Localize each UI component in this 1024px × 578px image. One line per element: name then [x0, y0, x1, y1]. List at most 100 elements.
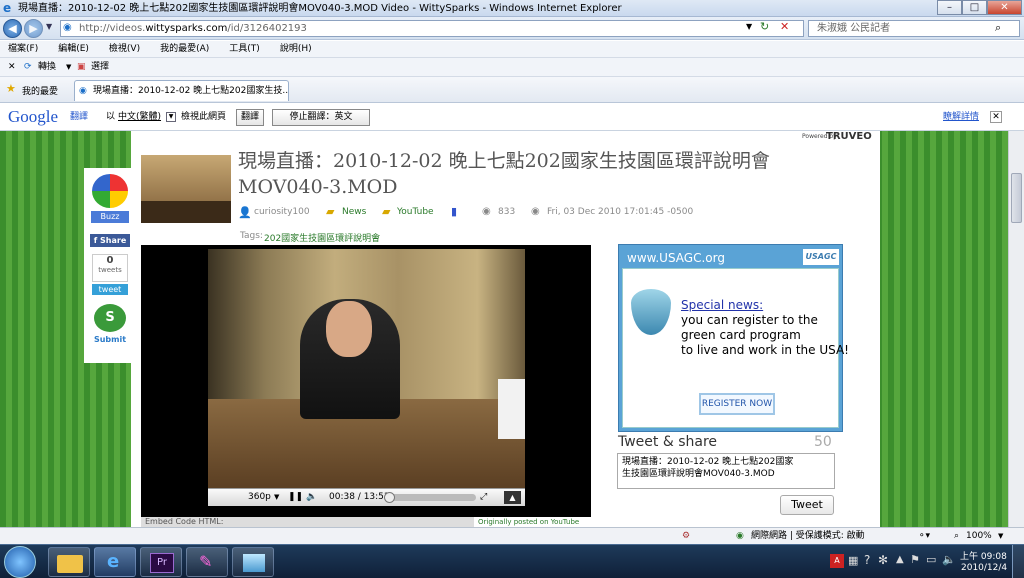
clock-time[interactable]: 上午 09:08: [960, 549, 1007, 562]
tray-expand-icon[interactable]: ▲: [896, 554, 904, 565]
zoom-icon: ⌕: [954, 531, 960, 541]
tray-display-icon[interactable]: ▭: [926, 553, 936, 566]
ad-line2: green card program: [681, 328, 801, 342]
translate-button[interactable]: 翻譯: [236, 109, 264, 126]
maximize-button[interactable]: □: [962, 0, 987, 15]
tweet-submit-button[interactable]: Tweet: [780, 495, 834, 515]
author-link[interactable]: curiosity100: [254, 207, 310, 217]
windows-taskbar: e Pr ✎ A ▦ ? ✻ ▲ ⚑ ▭ 🔈 上午 09:08 2010/12/…: [0, 544, 1024, 578]
source-link[interactable]: YouTube: [397, 207, 434, 217]
usagc-logo: USAGC: [803, 249, 839, 265]
tag-link[interactable]: 202國家生技園區環評說明會: [264, 231, 380, 244]
refresh-icon[interactable]: ↻: [760, 20, 769, 33]
menu-tools[interactable]: 工具(T): [229, 44, 260, 54]
close-translate-icon[interactable]: ✕: [990, 111, 1002, 123]
tweet-text-area[interactable]: 現場直播：2010-12-02 晚上七點202國家 生技園區環評說明會MOV04…: [617, 453, 835, 489]
show-desktop-button[interactable]: [1012, 545, 1024, 578]
video-thumbnail[interactable]: [141, 155, 231, 223]
taskbar-paint-icon[interactable]: ✎: [186, 547, 228, 577]
url-input[interactable]: http://videos.wittysparks.com/id/3126402…: [60, 20, 804, 37]
taskbar-explorer-icon[interactable]: [48, 547, 90, 577]
close-button[interactable]: ✕: [987, 0, 1022, 15]
quality-dropdown-icon[interactable]: ▼: [274, 489, 279, 506]
ad-headline[interactable]: Special news:: [681, 298, 763, 312]
video-frame[interactable]: [208, 249, 525, 490]
taskbar-ie-icon[interactable]: e: [94, 547, 136, 577]
tags-label: Tags:: [240, 231, 263, 241]
tweet-button[interactable]: tweet: [92, 284, 128, 295]
menu-favorites[interactable]: 我的最愛(A): [160, 44, 209, 54]
convert-dropdown-icon[interactable]: ▼: [66, 58, 71, 77]
address-toolbar: ◀ ▶ ▼ http://videos.wittysparks.com/id/3…: [0, 17, 1024, 40]
stop-icon[interactable]: ✕: [780, 20, 789, 33]
scrollbar-thumb[interactable]: [1011, 173, 1022, 223]
menu-edit[interactable]: 編輯(E): [58, 44, 89, 54]
register-now-button[interactable]: REGISTER NOW: [699, 393, 775, 415]
close-toolbar-icon[interactable]: ✕: [8, 58, 16, 77]
views-icon: ◉: [482, 206, 491, 217]
facebook-share-label: Share: [100, 236, 127, 245]
zoom-level[interactable]: 100%: [966, 528, 992, 544]
view-page-label: 檢視此網頁: [181, 112, 227, 122]
volume-icon[interactable]: 🔈: [306, 489, 317, 506]
menu-file[interactable]: 檔案(F): [8, 44, 38, 54]
tab-current[interactable]: ◉ 現場直播：2010-12-02 晚上七點202國家生技...: [74, 80, 289, 101]
taskbar-app-icon[interactable]: [232, 547, 274, 577]
minimize-button[interactable]: –: [937, 0, 962, 15]
zoom-dropdown-icon[interactable]: ▼: [998, 528, 1003, 544]
convert-button[interactable]: 轉換: [38, 58, 56, 77]
folder-icon: ▰: [326, 205, 335, 218]
stumbleupon-submit-button[interactable]: Submit: [90, 335, 130, 344]
tweets-count: 0: [106, 255, 114, 266]
favorites-bar: ★ 我的最愛 ◉ 現場直播：2010-12-02 晚上七點202國家生技...: [0, 77, 1024, 103]
language-dropdown-icon[interactable]: ▼: [166, 112, 176, 122]
clock-date[interactable]: 2010/12/4: [961, 563, 1007, 573]
url-dropdown-icon[interactable]: ▼: [746, 22, 752, 31]
tray-pdf-icon[interactable]: A: [830, 554, 844, 568]
learn-more-link[interactable]: 瞭解詳情: [943, 103, 979, 131]
start-button[interactable]: [4, 546, 36, 578]
shield-icon: [631, 289, 671, 335]
window-title: 現場直播：2010-12-02 晚上七點202國家生技園區環評說明會MOV040…: [18, 3, 622, 14]
facebook-share-button[interactable]: f Share: [90, 234, 130, 247]
ad-content: Special news: you can register to the gr…: [622, 268, 849, 428]
tray-bluetooth-icon[interactable]: ✻: [878, 553, 888, 567]
buzz-button[interactable]: Buzz: [91, 211, 129, 223]
history-dropdown-icon[interactable]: ▼: [46, 22, 52, 31]
stop-translate-button[interactable]: 停止翻譯：英文: [272, 109, 370, 126]
video-title-line2: MOV040-3.MOD: [238, 176, 398, 198]
category-link[interactable]: News: [342, 207, 366, 217]
status-bar: ⚙ ◉ 網際網路 | 受保護模式: 啟動 ⚬▾ ⌕ 100% ▼: [0, 527, 1024, 544]
window-titlebar: e 現場直播：2010-12-02 晚上七點202國家生技園區環評說明會MOV0…: [0, 0, 1024, 17]
back-button[interactable]: ◀: [3, 19, 22, 38]
tray-flag-icon[interactable]: ⚑: [910, 553, 920, 566]
tray-network-icon[interactable]: ▦: [848, 554, 858, 567]
date-icon: ◉: [531, 206, 540, 217]
search-input[interactable]: 朱淑娥 公民記者: [808, 20, 1020, 37]
tweet-share-heading: Tweet & share: [618, 434, 718, 450]
popout-icon[interactable]: ▲: [504, 491, 521, 504]
progress-bar[interactable]: [384, 492, 476, 503]
zone-settings-icon[interactable]: ⚬▾: [918, 528, 930, 544]
language-select[interactable]: 中文(繁體): [118, 103, 161, 131]
taskbar-premiere-icon[interactable]: Pr: [140, 547, 182, 577]
menu-help[interactable]: 說明(H): [280, 44, 312, 54]
progress-thumb[interactable]: [384, 492, 395, 503]
taskbar-ie-glyph: e: [107, 551, 120, 572]
buzz-icon[interactable]: [92, 174, 128, 208]
fullscreen-icon[interactable]: ⤢: [480, 489, 487, 506]
tray-volume-icon[interactable]: 🔈: [942, 553, 956, 566]
menu-view[interactable]: 檢視(V): [109, 44, 140, 54]
favorites-button[interactable]: 我的最愛: [22, 84, 58, 97]
tray-help-icon[interactable]: ?: [864, 553, 870, 567]
forward-button[interactable]: ▶: [24, 19, 43, 38]
stumbleupon-icon[interactable]: S: [94, 304, 126, 332]
quality-selector[interactable]: 360p: [248, 489, 271, 506]
originally-posted-link[interactable]: Originally posted on YouTube: [478, 518, 579, 526]
tweet-counter: 0 tweets: [92, 254, 128, 282]
page-icon: ◉: [63, 22, 72, 33]
search-icon[interactable]: ⌕: [995, 21, 1001, 35]
pause-icon[interactable]: ❚❚: [288, 489, 303, 506]
page-scrollbar[interactable]: [1008, 131, 1024, 527]
select-button[interactable]: 選擇: [91, 58, 109, 77]
